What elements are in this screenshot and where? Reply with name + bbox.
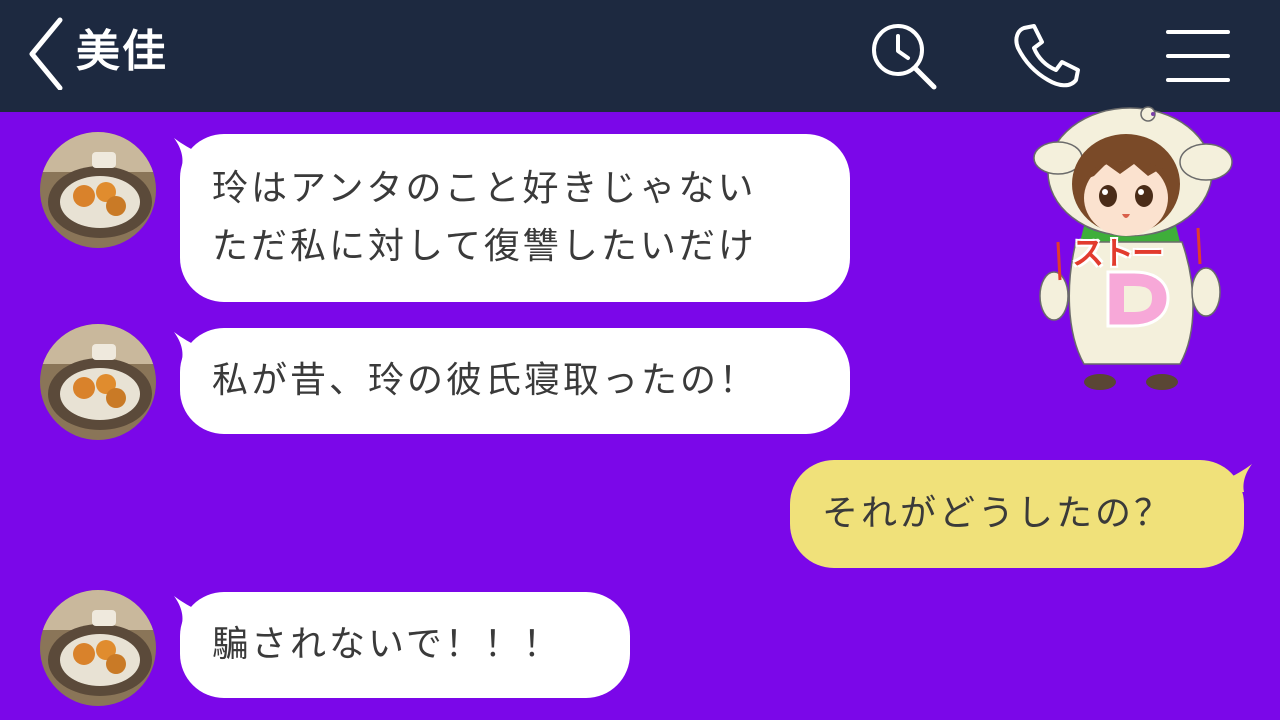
avatar-photo-icon [40,132,156,248]
back-button[interactable] [22,14,72,91]
message-line: それがどうしたの？ [822,493,1174,534]
message-line: 私が昔、玲の彼氏寝取ったの！ [212,360,759,401]
back-chevron-icon [29,17,63,91]
message-line: ただ私に対して復讐したいだけ [212,226,757,267]
sticker-text-top: ストー [1072,234,1164,272]
message-bubble-incoming[interactable]: 玲はアンタのこと好きじゃない ただ私に対して復讐したいだけ [180,134,850,302]
contact-avatar[interactable] [40,590,156,706]
message-bubble-outgoing[interactable]: それがどうしたの？ [790,460,1244,568]
menu-icon [1166,30,1230,82]
contact-name: 美佳 [76,26,168,77]
bubble-tail [1228,462,1254,492]
chat-header: 美佳 [0,0,1280,112]
menu-button[interactable] [1162,20,1234,92]
contact-avatar[interactable] [40,324,156,440]
character-sticker: ストー D [1030,102,1240,398]
search-history-button[interactable] [866,20,938,92]
call-button[interactable] [1010,20,1082,92]
message-bubble-incoming[interactable]: 騙されないで！！！ [180,592,630,698]
message-bubble-incoming[interactable]: 私が昔、玲の彼氏寝取ったの！ [180,328,850,434]
avatar-photo-icon [40,324,156,440]
avatar-photo-icon [40,590,156,706]
chat-screen: 美佳 玲はアンタのこと好きじゃない ただ私に対して復讐したいだけ 私が昔、玲の彼… [0,0,1280,720]
message-line: 騙されないで！！！ [212,624,562,665]
phone-icon [1014,24,1080,88]
message-line: 玲はアンタのこと好きじゃない [212,168,757,209]
search-history-icon [872,24,937,90]
contact-avatar[interactable] [40,132,156,248]
